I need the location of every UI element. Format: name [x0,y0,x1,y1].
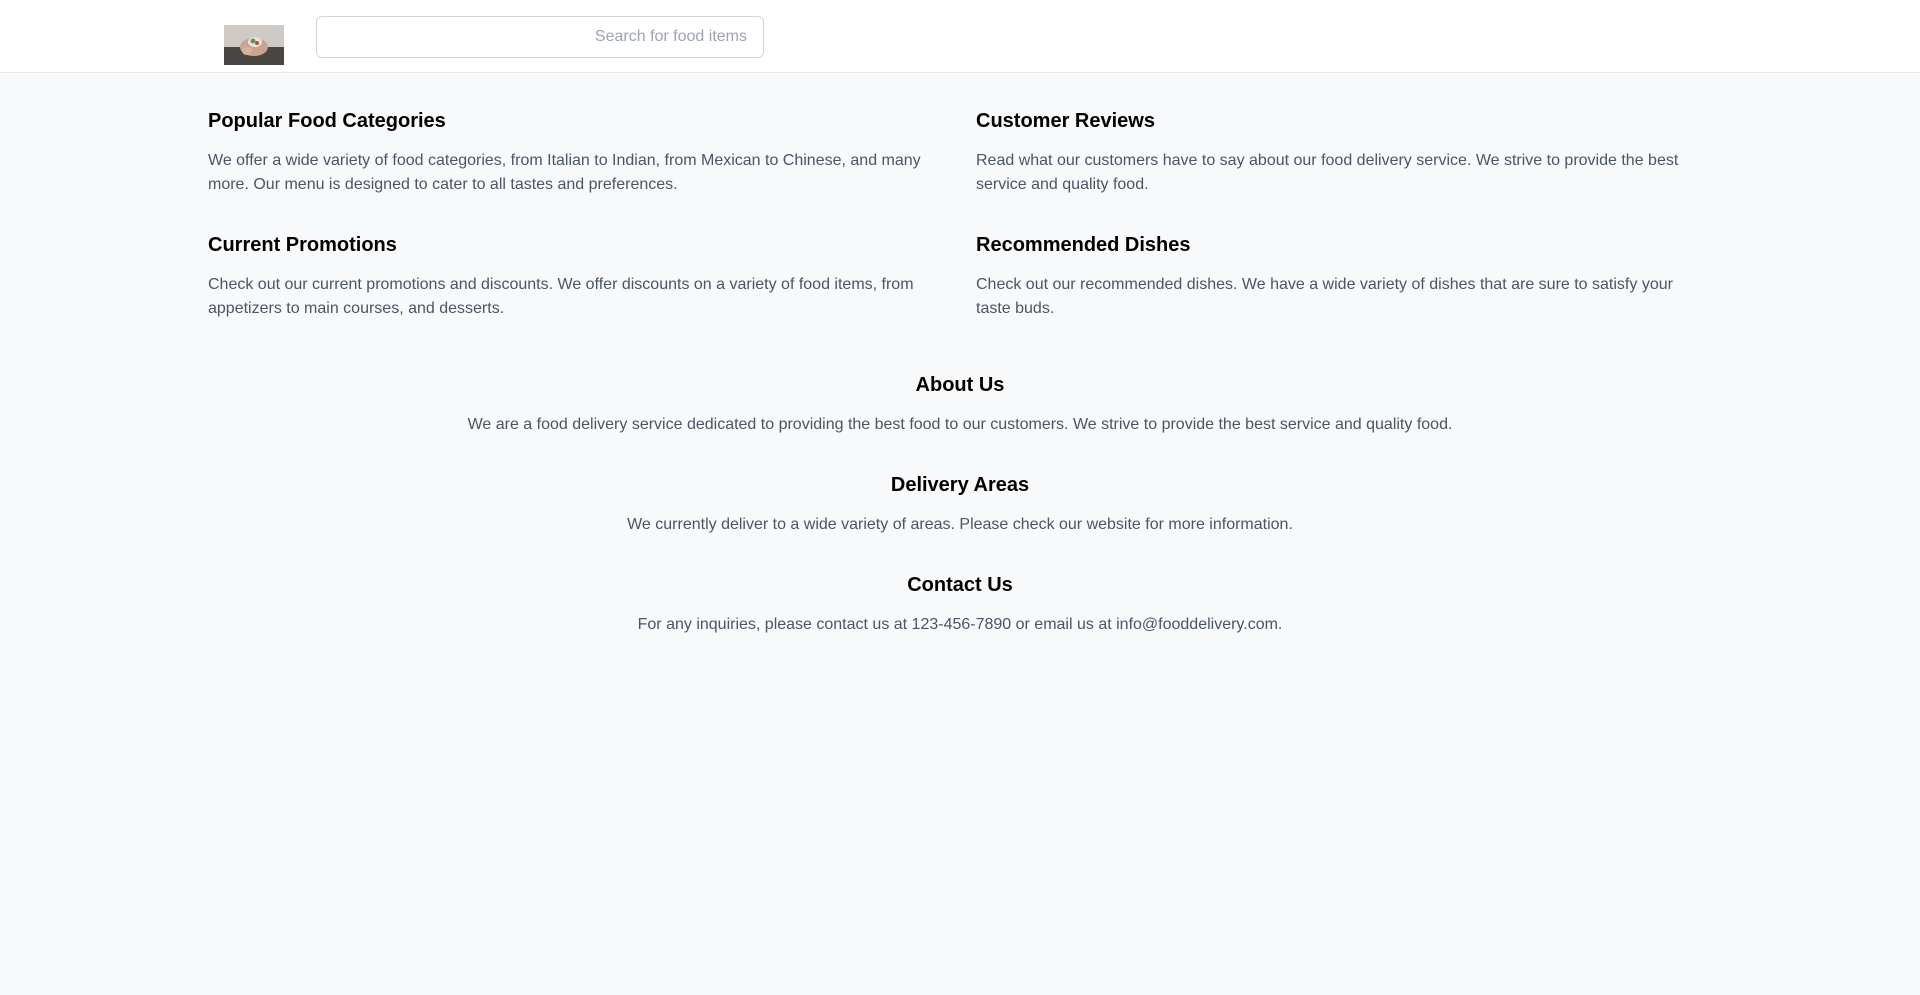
section-text: Check out our current promotions and dis… [208,276,914,317]
popular-categories-section: Popular Food Categories We offer a wide … [208,107,936,197]
section-title: Contact Us [907,574,1013,596]
section-title: Popular Food Categories [208,110,446,132]
section-text: We currently deliver to a wide variety o… [627,516,1293,533]
customer-reviews-section: Customer Reviews Read what our customers… [976,107,1712,197]
section-text: For any inquiries, please contact us at … [637,616,1283,633]
section-title: Customer Reviews [976,110,1155,132]
contact-us-section: Contact Us For any inquiries, please con… [208,571,1712,637]
section-title: About Us [915,374,1005,396]
section-text: We offer a wide variety of food categori… [208,152,921,193]
section-text: Check out our recommended dishes. We hav… [976,276,1673,317]
section-title: Recommended Dishes [976,234,1191,256]
delivery-areas-section: Delivery Areas We currently deliver to a… [208,471,1712,537]
section-title: Delivery Areas [890,474,1030,496]
about-us-section: About Us We are a food delivery service … [208,371,1712,437]
food-photo-icon [224,25,284,65]
logo-image[interactable] [224,25,284,65]
top-header [0,0,1920,73]
current-promotions-section: Current Promotions Check out our current… [208,231,936,321]
section-text: Read what our customers have to say abou… [976,152,1679,193]
section-text: We are a food delivery service dedicated… [467,416,1453,433]
search-input[interactable] [316,16,764,58]
recommended-dishes-section: Recommended Dishes Check out our recomme… [976,231,1712,321]
section-title: Current Promotions [208,234,397,256]
